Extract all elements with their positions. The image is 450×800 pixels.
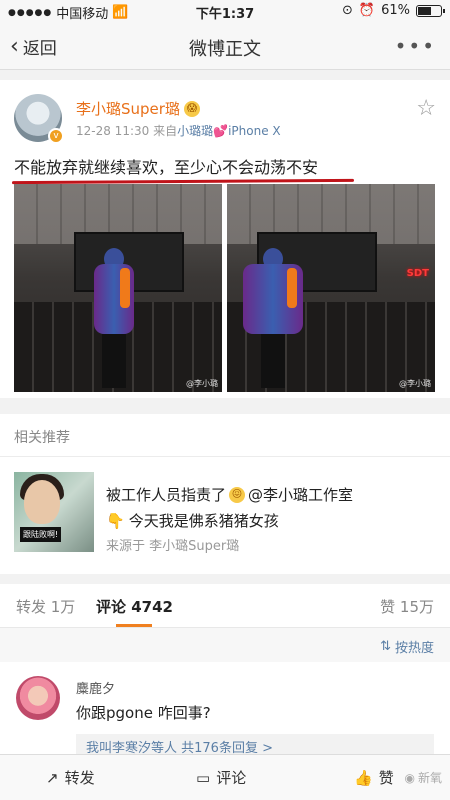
nav-bar: ‹ 返回 微博正文 ••• [0,22,450,70]
post-photo-2[interactable]: SDT @李小璐 [227,184,435,392]
page-title: 微博正文 [189,39,261,60]
emoji-icon: 😱 [183,100,200,117]
sort-icon: ⇅ [380,639,391,654]
comment-label: 评论 [216,769,247,787]
post-text: 不能放弃就继续喜欢，至少心不会动荡不安 [14,158,319,177]
interaction-tabs: 转发 1万 评论 4742 赞 15万 [0,584,450,628]
person-figure [94,248,134,388]
repost-icon: ↗ [46,768,59,787]
pointing-hand-icon: 👇 [106,511,125,530]
repost-button[interactable]: ↗ 转发 [46,767,95,788]
tab-repost[interactable]: 转发 1万 [16,596,75,617]
author-name-row[interactable]: 李小璐Super璐 😱 [76,98,200,119]
related-mention: @李小璐工作室 [248,486,354,504]
commenter-name[interactable]: 麋鹿夕 [76,678,115,697]
comment-item: 麋鹿夕 你跟pgone 咋回事? 我叫李寒汐等人 共176条回复 > [0,662,450,756]
related-section: 相关推荐 跟陆败啊! 被工作人员指责了 😖 @李小璐工作室 👇 今天我是佛系猪猪… [0,414,450,574]
author-avatar[interactable]: v [14,94,64,144]
tab-comments-label: 评论 [96,598,127,616]
related-title: 相关推荐 [14,430,70,446]
post-time: 12-28 11:30 [76,124,150,138]
related-headline[interactable]: 被工作人员指责了 😖 @李小璐工作室 [106,484,353,505]
thumbs-up-icon: 👍 [354,768,373,787]
post-photo-1[interactable]: @李小璐 [14,184,222,392]
verified-badge-icon: v [48,128,64,144]
reply-summary-link[interactable]: 我叫李寒汐等人 共176条回复 > [76,734,434,756]
tab-likes[interactable]: 赞 15万 [380,596,434,617]
commenter-avatar[interactable] [16,676,60,720]
alarm-icon: ⏰ [358,3,376,18]
related-headline-2[interactable]: 👇 今天我是佛系猪猪女孩 [106,510,279,531]
tab-comments[interactable]: 评论 4742 [96,596,173,617]
sort-bar: ⇅ 按热度 [0,628,450,662]
battery-percent: 61% [381,3,410,18]
related-thumbnail[interactable]: 跟陆败啊! [14,472,94,552]
repost-label: 转发 [64,769,95,787]
like-label: 赞 [378,769,394,787]
active-tab-indicator [116,624,152,627]
related-source: 来源于 李小璐Super璐 [106,539,240,554]
comment-text: 你跟pgone 咋回事? [76,704,211,722]
watermark-text: 新氧 [417,771,442,785]
tab-comments-count: 4742 [131,598,173,616]
post-source-prefix: 来自 [153,124,178,138]
bottom-action-bar: ↗ 转发 ▭ 评论 👍 赞 ◉ 新氧 [0,754,450,800]
battery-icon [416,4,445,17]
comment-button[interactable]: ▭ 评论 [196,767,246,788]
like-button[interactable]: 👍 赞 [354,767,394,788]
thumbnail-caption: 跟陆败啊! [20,527,62,542]
battery-fill [418,6,431,15]
sort-by-hot-button[interactable]: ⇅ 按热度 [380,637,434,656]
more-dots-icon[interactable]: ••• [395,34,436,58]
weibo-post: v 李小璐Super璐 😱 12-28 11:30 来自小璐璐💕iPhone X… [0,80,450,398]
related-line2: 今天我是佛系猪猪女孩 [128,512,279,530]
comment-icon: ▭ [196,768,211,787]
star-icon[interactable]: ☆ [416,96,436,121]
emoji-icon: 😖 [229,486,246,503]
neon-sign: SDT [406,268,429,279]
post-device[interactable]: iPhone X [228,124,281,138]
sort-label: 按热度 [394,641,434,656]
photo-watermark: @李小璐 [399,379,431,388]
author-name: 李小璐Super璐 [76,100,180,118]
watermark: ◉ 新氧 [405,769,443,786]
heart-icon: 💕 [213,124,229,138]
related-line1-a: 被工作人员指责了 [106,486,227,504]
lock-rotation-icon: ⊙ [342,3,353,18]
person-figure [243,248,303,388]
wechat-icon: ◉ [404,770,415,785]
photo-watermark: @李小璐 [186,379,218,388]
post-source-link[interactable]: 小璐璐 [177,124,213,138]
status-bar: ●●●●● 中国移动 📶 下午1:37 ⊙ ⏰ 61% [0,0,450,22]
post-meta: 12-28 11:30 来自小璐璐💕iPhone X [76,122,281,139]
